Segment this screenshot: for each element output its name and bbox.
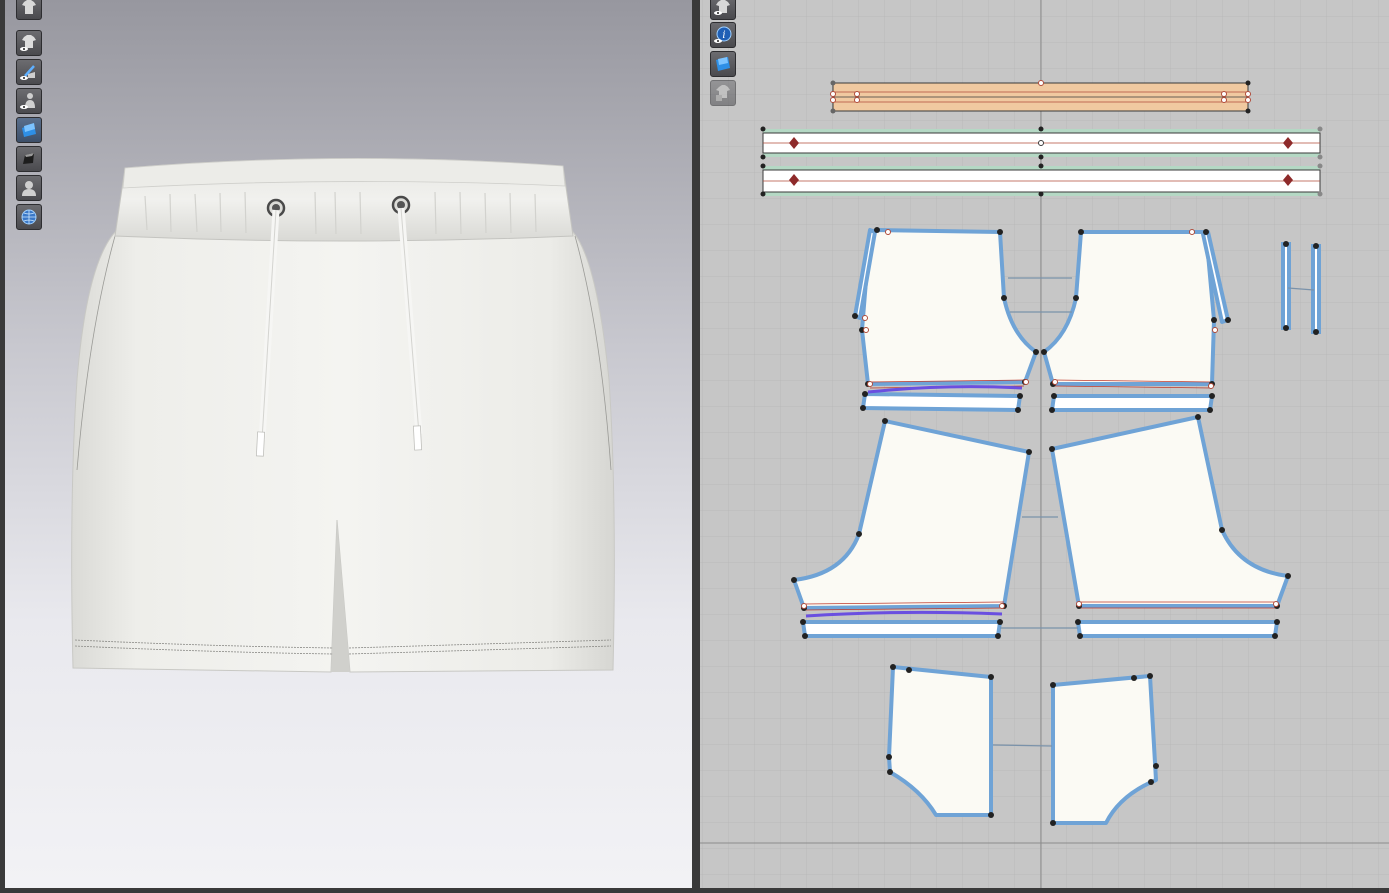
viewport-3d[interactable] — [5, 0, 692, 888]
pattern-waistband-lower — [760, 163, 1323, 197]
show-2d-garment-icon[interactable] — [710, 0, 736, 20]
pattern-board — [700, 0, 1389, 888]
panel-divider[interactable] — [692, 0, 700, 893]
show-avatar-icon[interactable] — [16, 88, 42, 114]
silhouette-icon[interactable] — [16, 175, 42, 201]
svg-text:i: i — [722, 30, 725, 41]
garment-3d-render — [71, 157, 615, 673]
lock-pattern-icon[interactable] — [710, 80, 736, 106]
show-pattern-icon[interactable] — [16, 59, 42, 85]
left-aglet — [255, 431, 266, 457]
show-garment-icon[interactable] — [16, 30, 42, 56]
fabric-texture-icon[interactable] — [16, 117, 42, 143]
info-icon[interactable]: i — [710, 22, 736, 48]
window-bottom-border — [0, 888, 1389, 893]
2d-texture-icon[interactable] — [710, 51, 736, 77]
environment-globe-icon[interactable] — [16, 204, 42, 230]
right-aglet — [412, 425, 423, 451]
pattern-waistband-upper — [760, 126, 1323, 160]
viewport-2d[interactable]: i — [700, 0, 1389, 888]
pattern-waistband-casing — [830, 80, 1251, 114]
shading-icon[interactable] — [16, 146, 42, 172]
avatar-shirt-icon[interactable] — [16, 0, 42, 20]
